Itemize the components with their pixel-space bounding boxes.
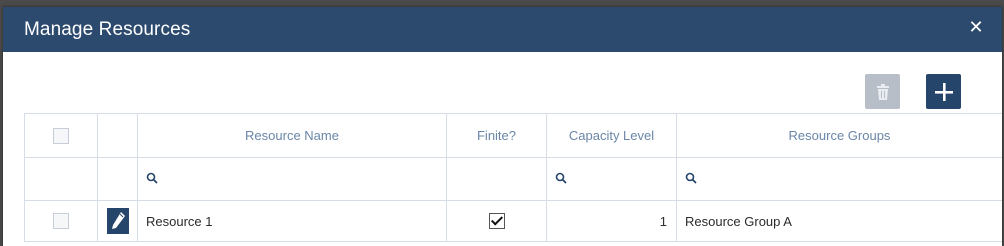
header-resource-groups[interactable]: Resource Groups: [676, 113, 1002, 158]
filter-empty-cell: [97, 157, 138, 201]
header-capacity-level[interactable]: Capacity Level: [546, 113, 677, 158]
dialog-titlebar: Manage Resources ✕: [3, 7, 1002, 52]
header-finite[interactable]: Finite?: [446, 113, 547, 158]
close-icon[interactable]: ✕: [966, 17, 986, 37]
search-icon: [146, 172, 158, 184]
cell-capacity-level: 1: [546, 200, 677, 242]
grid-toolbar: [3, 74, 1002, 110]
search-icon: [685, 172, 697, 184]
cell-resource-groups: Resource Group A: [676, 200, 1002, 242]
dialog-title: Manage Resources: [24, 19, 191, 40]
capacity-level-filter[interactable]: [546, 157, 677, 201]
add-button[interactable]: [926, 74, 961, 109]
row-edit-cell: [97, 200, 138, 242]
plus-icon: [934, 82, 953, 101]
resource-groups-filter[interactable]: [676, 157, 1002, 201]
row-select-checkbox[interactable]: [53, 213, 69, 230]
search-icon: [555, 172, 567, 184]
delete-button[interactable]: [865, 74, 900, 109]
filter-empty-cell: [24, 157, 98, 201]
finite-filter[interactable]: [446, 157, 547, 201]
row-select-cell: [24, 200, 98, 242]
grid-header-row: Resource Name Finite? Capacity Level Res…: [24, 113, 1002, 158]
resources-grid: Resource Name Finite? Capacity Level Res…: [24, 113, 1002, 242]
header-edit-column: [97, 113, 138, 158]
finite-checkbox[interactable]: [488, 213, 505, 230]
cell-resource-name: Resource 1: [137, 200, 447, 242]
select-all-cell: [24, 113, 98, 158]
trash-icon: [876, 83, 889, 100]
header-resource-name[interactable]: Resource Name: [137, 113, 447, 158]
select-all-checkbox[interactable]: [53, 127, 69, 144]
grid-filter-row: [24, 157, 1002, 201]
resource-name-filter[interactable]: [137, 157, 447, 201]
table-row[interactable]: Resource 1 1 Resource Group A: [24, 200, 1002, 242]
manage-resources-dialog: Manage Resources ✕ Resource Name Finite?…: [3, 7, 1002, 246]
cell-finite: [446, 200, 547, 242]
pencil-icon[interactable]: [106, 208, 129, 234]
